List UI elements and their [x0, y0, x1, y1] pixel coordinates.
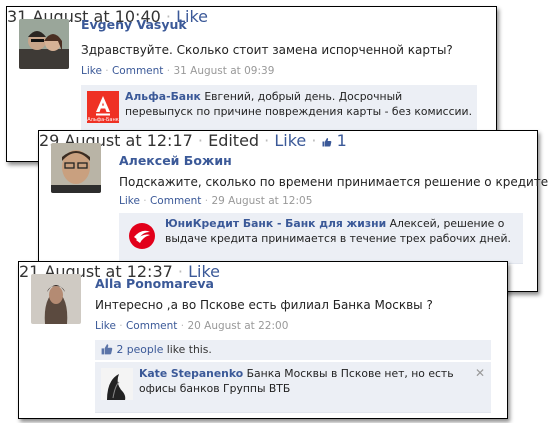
comment-meta: Like · Comment · 29 August at 12:05	[119, 195, 312, 207]
alfa-bank-logo[interactable]: Альфа-Банк	[87, 91, 119, 123]
comment-card-3: Alla Ponomareva Интересно ,а во Пскове е…	[18, 261, 508, 419]
separator-dot: ·	[143, 195, 147, 207]
reply-author[interactable]: ЮниКредит Банк - Банк для жизни	[165, 217, 386, 230]
comment-link[interactable]: Comment	[112, 65, 163, 77]
comment-text: Интересно ,а во Пскове есть филиал Банка…	[95, 298, 433, 312]
avatar[interactable]	[31, 274, 81, 324]
timestamp[interactable]: 20 August at 22:00	[187, 320, 288, 332]
comment-link[interactable]: Comment	[150, 195, 201, 207]
avatar[interactable]	[51, 143, 101, 193]
comment-author[interactable]: Alla Ponomareva	[95, 276, 214, 291]
reply-box: Альфа-Банк Альфа-Банк Евгений, добрый де…	[81, 85, 477, 132]
people-like-link[interactable]: 2 people	[116, 343, 163, 356]
comment-text: Здравствуйте. Сколько стоит замена испор…	[81, 43, 453, 57]
thumbs-up-icon	[101, 344, 113, 355]
reply-box: ЮниКредит Банк - Банк для жизни Алексей,…	[119, 213, 523, 264]
comment-meta: Like · Comment · 31 August at 09:39	[81, 65, 274, 77]
comment-link[interactable]: Comment	[126, 320, 177, 332]
reply-text-block: Альфа-Банк Евгений, добрый день. Досрочн…	[125, 89, 473, 119]
comment-meta: Like · Comment · 20 August at 22:00	[95, 320, 288, 332]
likes-bar: 2 people like this.	[95, 340, 491, 360]
like-link[interactable]: Like	[81, 65, 102, 77]
reply-box: Kate Stepanenko Банка Москвы в Пскове не…	[95, 362, 491, 413]
comment-author[interactable]: Evgeny Vasyuk	[81, 17, 187, 32]
separator-dot: ·	[197, 131, 203, 150]
like-count[interactable]: 1	[322, 131, 347, 150]
timestamp[interactable]: 31 August at 09:39	[173, 65, 274, 77]
close-icon[interactable]: ✕	[475, 366, 485, 380]
timestamp[interactable]: 29 August at 12:05	[211, 195, 312, 207]
reply-avatar[interactable]	[101, 368, 133, 400]
like-this-text: like this.	[163, 343, 212, 356]
unicredit-logo[interactable]	[127, 221, 157, 251]
separator-dot: ·	[166, 65, 171, 77]
edited-label: Edited	[208, 131, 260, 150]
reply-author[interactable]: Альфа-Банк	[125, 90, 201, 103]
comment-author[interactable]: Алексей Божин	[119, 153, 232, 168]
unicredit-logo-icon	[129, 223, 155, 249]
thumbs-up-icon	[322, 138, 331, 147]
reply-meta: 29 August at 12:17 · Edited · Like · 1	[39, 131, 537, 150]
like-link[interactable]: Like	[119, 195, 140, 207]
alfa-logo-text: Альфа-Банк	[87, 117, 119, 123]
comment-text: Подскажите, сколько по времени принимает…	[119, 175, 549, 189]
separator-dot: ·	[105, 65, 109, 77]
reply-meta: 21 August at 12:37 · Like	[19, 262, 507, 281]
reply-text-block: ЮниКредит Банк - Банк для жизни Алексей,…	[165, 216, 517, 246]
separator-dot: ·	[311, 131, 317, 150]
reply-text-block: Kate Stepanenko Банка Москвы в Пскове не…	[139, 366, 469, 396]
separator-dot: ·	[204, 195, 209, 207]
reply-like-link[interactable]: Like	[274, 131, 306, 150]
avatar[interactable]	[19, 19, 69, 69]
reply-author[interactable]: Kate Stepanenko	[139, 367, 243, 380]
separator-dot: ·	[180, 320, 185, 332]
separator-dot: ·	[264, 131, 270, 150]
like-count-value: 1	[336, 131, 347, 150]
like-link[interactable]: Like	[95, 320, 116, 332]
separator-dot: ·	[119, 320, 123, 332]
